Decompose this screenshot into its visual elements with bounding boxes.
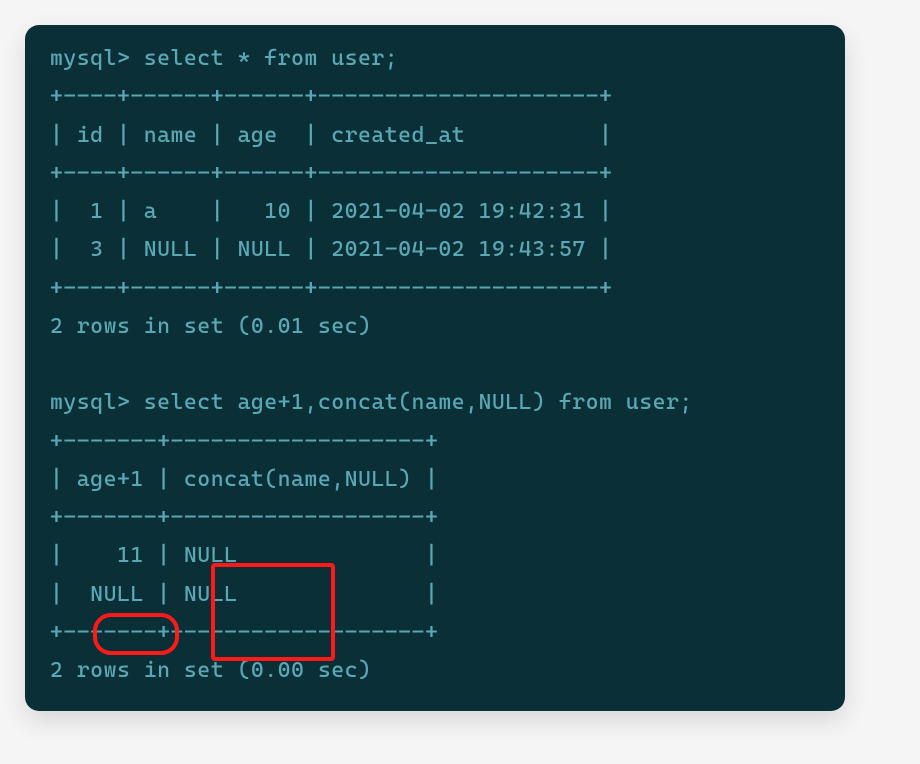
table-separator: +----+------+------+--------------------… <box>50 161 612 186</box>
result-status: 2 rows in set (0.00 sec) <box>50 658 371 683</box>
table-header: | age+1 | concat(name,NULL) | <box>50 467 438 492</box>
table-separator: +-------+-------------------+ <box>50 505 438 530</box>
table-row: | 1 | a | 10 | 2021-04-02 19:42:31 | <box>50 199 612 224</box>
table-separator: +-------+-------------------+ <box>50 620 438 645</box>
mysql-prompt: mysql> <box>50 390 130 415</box>
sql-query-2: select age+1,concat(name,NULL) from user… <box>144 390 693 415</box>
terminal-window: mysql> select * from user; +----+------+… <box>25 25 845 711</box>
table-row: | NULL | NULL | <box>50 582 438 607</box>
table-separator: +----+------+------+--------------------… <box>50 84 612 109</box>
mysql-prompt: mysql> <box>50 46 130 71</box>
table-separator: +----+------+------+--------------------… <box>50 276 612 301</box>
result-status: 2 rows in set (0.01 sec) <box>50 314 371 339</box>
table-separator: +-------+-------------------+ <box>50 429 438 454</box>
table-header: | id | name | age | created_at | <box>50 123 612 148</box>
table-row: | 11 | NULL | <box>50 543 438 568</box>
table-row: | 3 | NULL | NULL | 2021-04-02 19:43:57 … <box>50 237 612 262</box>
sql-query-1: select * from user; <box>144 46 398 71</box>
terminal-output: mysql> select * from user; +----+------+… <box>50 40 820 691</box>
